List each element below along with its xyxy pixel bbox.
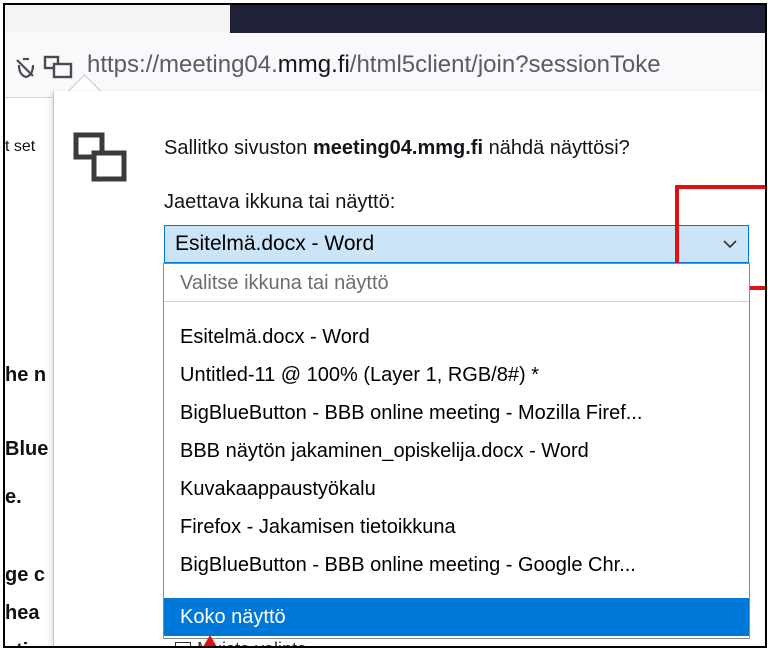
bg-text-line: ati — [5, 640, 28, 646]
share-question: Sallitko sivuston meeting04.mmg.fi nähdä… — [164, 137, 630, 159]
screen-share-icon — [73, 132, 127, 182]
dropdown-option[interactable]: BigBlueButton - BBB online meeting - Moz… — [164, 394, 749, 432]
permissions-icon[interactable] — [13, 55, 79, 81]
dropdown-option-selected[interactable]: Koko näyttö — [164, 598, 749, 636]
dropdown-option[interactable]: Esitelmä.docx - Word — [164, 318, 749, 356]
selected-value: Esitelmä.docx - Word — [175, 232, 375, 255]
browser-titlebar — [230, 5, 765, 33]
dropdown-option[interactable]: Untitled-11 @ 100% (Layer 1, RGB/8#) * — [164, 356, 749, 394]
bg-text-line: hea — [5, 602, 40, 624]
screenshot-frame: https://meeting04.mmg.fi/html5client/joi… — [3, 3, 767, 648]
bg-text-line: Blue — [5, 438, 49, 460]
remember-choice-row[interactable]: Muista valinta — [175, 639, 307, 646]
tab-strip — [5, 5, 230, 33]
url-text[interactable]: https://meeting04.mmg.fi/html5client/joi… — [87, 51, 661, 79]
annotation-arrow-icon — [203, 635, 217, 646]
bg-tab-fragment: t set — [5, 138, 36, 155]
bg-text-line: e. — [5, 486, 22, 508]
screen-share-icon — [43, 55, 73, 79]
remember-checkbox[interactable] — [175, 642, 191, 646]
bg-text-line: he n — [5, 364, 47, 386]
window-dropdown-list[interactable]: Valitse ikkuna tai näyttö Esitelmä.docx … — [163, 263, 750, 639]
dropdown-option[interactable]: BBB näytön jakaminen_opiskelija.docx - W… — [164, 432, 749, 470]
dropdown-option[interactable]: BigBlueButton - BBB online meeting - Goo… — [164, 546, 749, 584]
dropdown-placeholder: Valitse ikkuna tai näyttö — [164, 264, 749, 302]
select-label: Jaettava ikkuna tai näyttö: — [164, 191, 396, 213]
dropdown-option[interactable]: Firefox - Jakamisen tietoikkuna — [164, 508, 749, 546]
dropdown-option[interactable]: Kuvakaappaustyökalu — [164, 470, 749, 508]
window-select[interactable]: Esitelmä.docx - Word — [164, 225, 749, 263]
address-bar[interactable]: https://meeting04.mmg.fi/html5client/joi… — [5, 33, 765, 98]
bg-text-line: ge c — [5, 564, 46, 586]
